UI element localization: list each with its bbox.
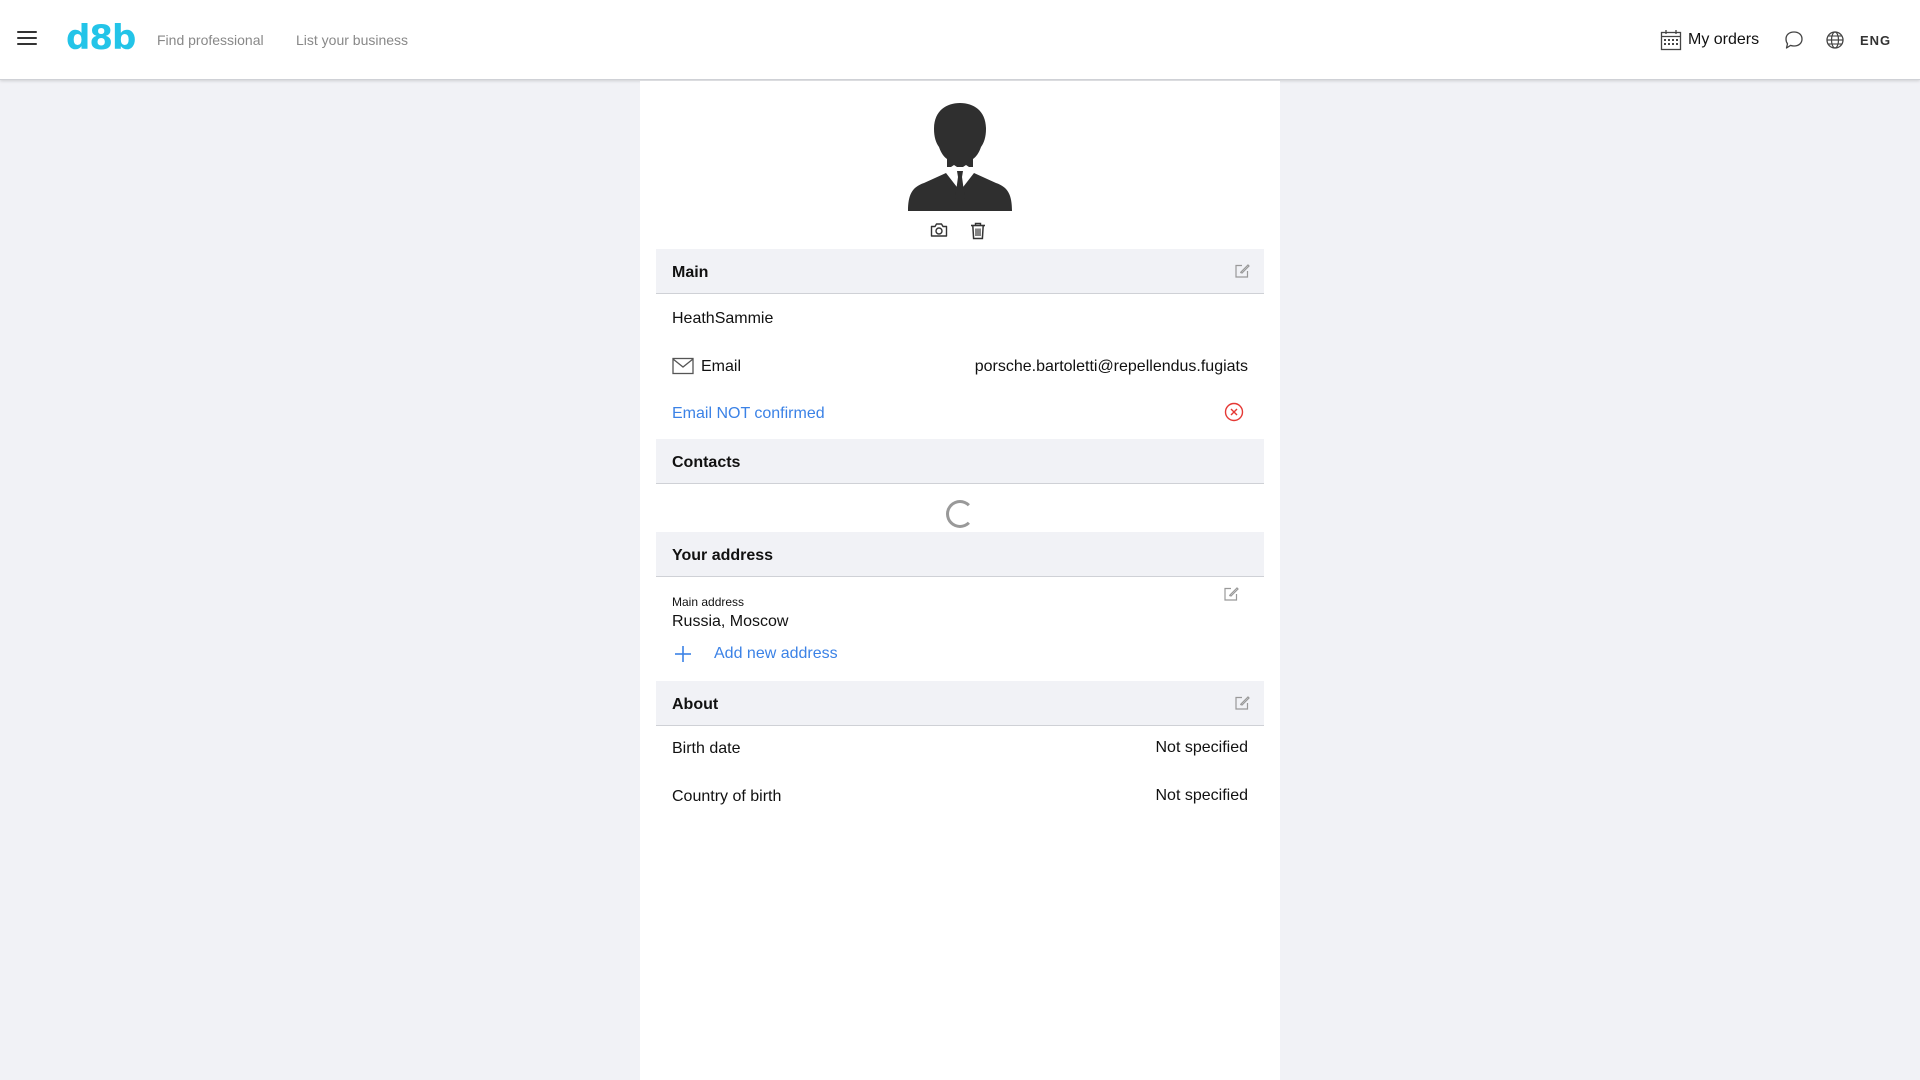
x-circle-icon [1224,402,1244,422]
plus-icon [675,646,691,662]
trash-icon[interactable] [970,222,986,245]
nav-list-your-business[interactable]: List your business [296,32,408,48]
chat-icon[interactable] [1784,30,1804,50]
nav-find-professional[interactable]: Find professional [157,32,264,48]
logo[interactable]: d8b [66,18,136,58]
my-orders-label: My orders [1688,31,1760,48]
main-section-header: Main [656,249,1264,294]
country-of-birth-label: Country of birth [672,788,782,805]
main-section-title: Main [672,264,709,281]
envelope-icon [672,357,694,375]
spinner-icon [946,500,974,528]
hamburger-menu-icon[interactable] [17,31,37,47]
edit-main-icon[interactable] [1234,263,1250,284]
main-address-value: Russia, Moscow [672,613,789,630]
globe-icon[interactable] [1825,30,1845,50]
avatar [908,103,1012,211]
email-confirm-status[interactable]: Email NOT confirmed [672,405,825,423]
add-address-label: Add new address [714,645,838,662]
address-section-header: Your address [656,532,1264,577]
add-address-button[interactable]: Add new address [674,644,838,664]
camera-icon[interactable] [930,222,948,245]
edit-address-icon[interactable] [1223,586,1239,607]
top-bar: d8b Find professional List your business… [0,0,1920,80]
birth-date-label: Birth date [672,740,741,757]
about-section-header: About [656,681,1264,726]
birth-date-value: Not specified [1155,739,1249,756]
country-of-birth-value: Not specified [1155,787,1249,804]
email-label: Email [701,358,742,375]
profile-card: Main HeathSammie Email porsche.bartolett… [640,81,1280,1080]
contacts-section-title: Contacts [672,454,741,471]
avatar-actions [930,222,986,245]
my-orders-link[interactable]: My orders [1660,29,1759,51]
main-address-label: Main address [672,595,745,609]
calendar-icon [1660,30,1682,51]
address-section-title: Your address [672,547,774,564]
edit-about-icon[interactable] [1234,695,1250,716]
username: HeathSammie [672,310,774,327]
about-section-title: About [672,696,719,713]
email-value: porsche.bartoletti@repellendus.fugiats [974,358,1248,375]
contacts-section-header: Contacts [656,439,1264,484]
language-selector[interactable]: ENG [1860,33,1891,48]
